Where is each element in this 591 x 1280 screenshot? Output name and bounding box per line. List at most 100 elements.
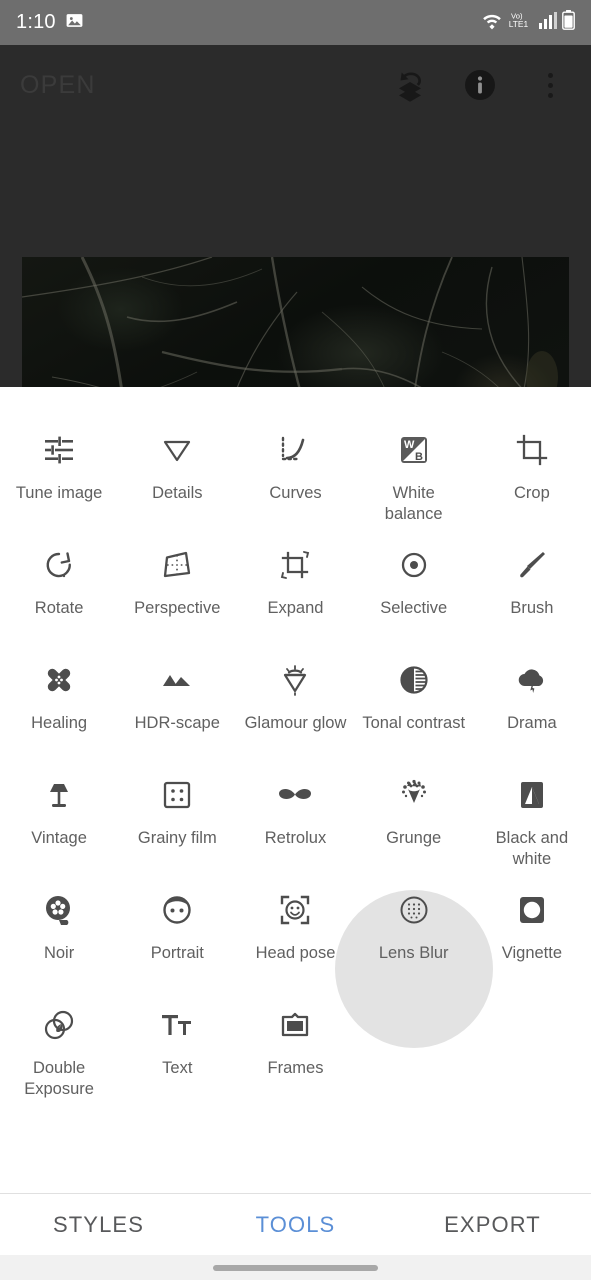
grain-square-icon — [154, 772, 200, 818]
tool-label: Rotate — [34, 599, 84, 617]
tool-crop[interactable]: Crop — [473, 413, 591, 528]
tool-vignette[interactable]: Vignette — [473, 873, 591, 988]
info-icon[interactable] — [459, 64, 501, 106]
tab-styles[interactable]: STYLES — [0, 1212, 197, 1238]
status-bar-left: 1:10 — [16, 11, 84, 35]
tab-export[interactable]: EXPORT — [394, 1212, 591, 1238]
volte-lte-icon: Vo) LTE1 — [508, 9, 534, 36]
tool-brush[interactable]: Brush — [473, 528, 591, 643]
status-bar: 1:10 Vo) LTE1 — [0, 0, 591, 45]
tool-label: White balance — [384, 484, 443, 523]
wifi-icon — [481, 11, 503, 35]
tool-head-pose[interactable]: Head pose — [236, 873, 354, 988]
tool-glamour-glow[interactable]: Glamour glow — [236, 643, 354, 758]
tool-label: Crop — [514, 484, 550, 502]
selective-target-icon — [391, 542, 437, 588]
lamp-icon — [36, 772, 82, 818]
tools-sheet: Tune image Details Curves W B White bala… — [0, 387, 591, 1193]
rotate-icon — [36, 542, 82, 588]
tool-label: Vintage — [31, 829, 87, 847]
perspective-icon — [154, 542, 200, 588]
black-white-square-icon — [509, 772, 555, 818]
signal-icon — [539, 11, 557, 34]
tool-noir[interactable]: Noir — [0, 873, 118, 988]
tool-black-and-white[interactable]: Black and white — [473, 758, 591, 873]
curves-icon — [272, 427, 318, 473]
bottom-tab-bar: STYLES TOOLS EXPORT — [0, 1193, 591, 1255]
tool-grunge[interactable]: Grunge — [355, 758, 473, 873]
tool-label: Glamour glow — [244, 714, 347, 732]
crop-icon — [509, 427, 555, 473]
face-icon — [154, 887, 200, 933]
diamond-sparkle-icon — [272, 657, 318, 703]
tool-healing[interactable]: Healing — [0, 643, 118, 758]
tab-tools[interactable]: TOOLS — [197, 1212, 394, 1238]
tool-drama[interactable]: Drama — [473, 643, 591, 758]
overflow-menu-icon[interactable] — [529, 64, 571, 106]
tool-retrolux[interactable]: Retrolux — [236, 758, 354, 873]
tool-label: Double Exposure — [24, 1059, 94, 1098]
tool-label: Black and white — [495, 829, 569, 868]
status-bar-right: Vo) LTE1 — [481, 9, 575, 36]
tool-expand[interactable]: Expand — [236, 528, 354, 643]
tool-label: Tonal contrast — [362, 714, 466, 732]
film-reel-icon — [36, 887, 82, 933]
sliders-icon — [36, 427, 82, 473]
expand-icon — [272, 542, 318, 588]
tool-label: Lens Blur — [378, 944, 449, 962]
tool-perspective[interactable]: Perspective — [118, 528, 236, 643]
tool-lens-blur[interactable]: Lens Blur — [355, 873, 473, 988]
tool-label: Portrait — [150, 944, 204, 962]
tool-label: Frames — [267, 1059, 324, 1077]
tool-label: Curves — [269, 484, 322, 502]
tools-grid: Tune image Details Curves W B White bala… — [0, 387, 591, 1103]
tool-portrait[interactable]: Portrait — [118, 873, 236, 988]
revert-stacks-icon[interactable] — [389, 64, 431, 106]
storm-cloud-icon — [509, 657, 555, 703]
tool-white-balance[interactable]: W B White balance — [355, 413, 473, 528]
half-circle-contrast-icon — [391, 657, 437, 703]
double-exposure-icon — [36, 1002, 82, 1048]
tool-grainy-film[interactable]: Grainy film — [118, 758, 236, 873]
white-balance-icon: W B — [391, 427, 437, 473]
tool-label: Drama — [507, 714, 557, 732]
photo-icon — [65, 11, 84, 35]
system-gesture-bar — [0, 1255, 591, 1280]
tool-label: Tune image — [15, 484, 103, 502]
text-tt-icon — [154, 1002, 200, 1048]
tool-label: Details — [152, 484, 203, 502]
open-button[interactable]: OPEN — [20, 71, 96, 100]
tool-frames[interactable]: Frames — [236, 988, 354, 1103]
head-pose-icon — [272, 887, 318, 933]
status-bar-clock: 1:10 — [16, 11, 56, 33]
tool-vintage[interactable]: Vintage — [0, 758, 118, 873]
tool-curves[interactable]: Curves — [236, 413, 354, 528]
tool-label: Text — [162, 1059, 193, 1077]
healing-bandage-icon — [36, 657, 82, 703]
tool-details[interactable]: Details — [118, 413, 236, 528]
grunge-splatter-icon — [391, 772, 437, 818]
tool-label: Grunge — [386, 829, 442, 847]
gesture-pill[interactable] — [213, 1264, 378, 1271]
tool-label: Head pose — [255, 944, 336, 962]
mountains-icon — [154, 657, 200, 703]
battery-icon — [562, 10, 575, 35]
tool-label: Selective — [380, 599, 448, 617]
tool-label: Grainy film — [137, 829, 217, 847]
app-toolbar: OPEN — [0, 45, 591, 125]
moustache-icon — [272, 772, 318, 818]
tool-selective[interactable]: Selective — [355, 528, 473, 643]
tool-label: Perspective — [134, 599, 221, 617]
tool-rotate[interactable]: Rotate — [0, 528, 118, 643]
tool-text[interactable]: Text — [118, 988, 236, 1103]
tool-tonal-contrast[interactable]: Tonal contrast — [355, 643, 473, 758]
svg-text:B: B — [415, 451, 423, 463]
triangle-down-icon — [154, 427, 200, 473]
tool-hdr-scape[interactable]: HDR-scape — [118, 643, 236, 758]
editor-header-area: OPEN — [0, 45, 591, 432]
tool-label: Brush — [510, 599, 554, 617]
tool-double-exposure[interactable]: Double Exposure — [0, 988, 118, 1103]
svg-text:W: W — [404, 439, 415, 451]
tool-label: HDR-scape — [134, 714, 220, 732]
tool-tune-image[interactable]: Tune image — [0, 413, 118, 528]
